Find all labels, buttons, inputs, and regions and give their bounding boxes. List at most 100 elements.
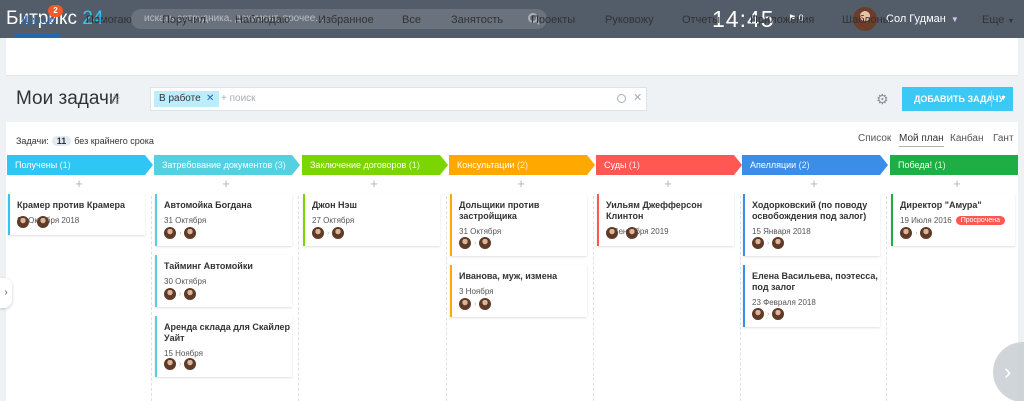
task-people: › xyxy=(164,227,197,239)
status-badge: Просрочена xyxy=(955,216,1005,225)
tab-all[interactable]: Все xyxy=(402,14,421,26)
add-task-plus-icon[interactable]: + xyxy=(302,177,446,190)
tab-counter-badge: 2 xyxy=(48,5,63,17)
tab-reports[interactable]: Отчеты xyxy=(682,14,720,26)
task-people: › xyxy=(752,237,785,249)
chevron-right-icon: › xyxy=(327,229,330,237)
tab-applications[interactable]: Приложения xyxy=(750,14,814,26)
tab-workload[interactable]: Занятость xyxy=(451,14,503,26)
task-title: Тайминг Автомойки xyxy=(164,261,253,271)
avatar[interactable] xyxy=(606,227,618,239)
tab-more[interactable]: Еще ▼ xyxy=(982,14,1014,26)
task-title: Уильям Джефферсон Клинтон xyxy=(606,200,703,221)
add-task-button[interactable]: ДОБАВИТЬ ЗАДАЧУ ▼ xyxy=(902,87,1013,111)
avatar[interactable] xyxy=(459,237,471,249)
info-count[interactable]: 11 xyxy=(51,136,72,146)
avatar[interactable] xyxy=(459,298,471,310)
avatar[interactable] xyxy=(332,227,345,239)
task-card[interactable]: Ходорковский (по поводу освобождения под… xyxy=(743,194,880,256)
search-icon[interactable] xyxy=(617,94,626,103)
avatar[interactable] xyxy=(184,227,197,239)
task-card[interactable]: Дольщики против застройщика 31 Октября › xyxy=(450,194,587,256)
task-people: › xyxy=(459,298,492,310)
tab-templates[interactable]: Шаблоны xyxy=(842,14,891,26)
task-card[interactable]: Директор "Амура" 19 Июля 2016 Просрочена › xyxy=(891,194,1015,246)
column-count: (2) xyxy=(514,160,528,170)
star-icon[interactable]: ☆ xyxy=(108,90,121,108)
avatar[interactable] xyxy=(920,227,933,239)
close-icon[interactable]: ✕ xyxy=(206,91,214,107)
chevron-right-icon: › xyxy=(1004,359,1012,384)
add-task-plus-icon[interactable]: + xyxy=(742,177,886,190)
task-date: 15 Января 2018 xyxy=(752,227,811,236)
tab-watching[interactable]: Наблюдаю xyxy=(235,14,290,26)
chevron-right-icon: › xyxy=(179,360,182,368)
tabs-bar xyxy=(6,38,1018,76)
view-kanban[interactable]: Канбан xyxy=(950,133,984,144)
avatar[interactable] xyxy=(752,237,764,249)
column-header[interactable]: Консультации (2) xyxy=(449,155,595,175)
column-title: Заключение договоров xyxy=(310,160,407,170)
task-people: › xyxy=(900,227,933,239)
chevron-right-icon: › xyxy=(767,310,770,318)
task-people: › xyxy=(164,358,197,370)
view-list[interactable]: Список xyxy=(858,133,891,144)
view-gantt[interactable]: Гант xyxy=(993,133,1014,144)
task-card[interactable]: Джон Нэш 27 Октября › xyxy=(303,194,440,246)
task-deadline: 30 Октября xyxy=(164,277,292,286)
task-card[interactable]: Елена Васильева, поэтесса, под залог 23 Ф… xyxy=(743,265,880,327)
gear-icon[interactable]: ⚙ xyxy=(876,91,889,108)
column-header[interactable]: Победа! (1) xyxy=(890,155,1018,175)
button-divider xyxy=(991,91,992,107)
task-deadline: 3 Ноября xyxy=(459,287,587,296)
view-my-plan[interactable]: Мой план xyxy=(899,133,944,147)
add-task-plus-icon[interactable]: + xyxy=(449,177,593,190)
tab-projects[interactable]: Проекты xyxy=(531,14,575,26)
tab-favorites[interactable]: Избранное xyxy=(318,14,374,26)
chevron-down-icon[interactable]: ▼ xyxy=(1000,87,1007,111)
column-header[interactable]: Апелляции (2) xyxy=(742,155,888,175)
avatar[interactable] xyxy=(17,216,29,228)
task-date: 27 Октября xyxy=(312,216,355,225)
avatar[interactable] xyxy=(164,288,176,300)
clear-icon[interactable]: ✕ xyxy=(633,91,642,104)
add-task-plus-icon[interactable]: + xyxy=(890,177,1024,190)
chevron-right-icon: › xyxy=(767,239,770,247)
avatar[interactable] xyxy=(479,298,492,310)
avatar[interactable] xyxy=(164,227,176,239)
task-card[interactable]: Аренда склада для Скайлер Уайт 15 Ноября › xyxy=(155,316,292,377)
avatar[interactable] xyxy=(184,358,197,370)
avatar[interactable] xyxy=(164,358,176,370)
avatar[interactable] xyxy=(626,227,639,239)
avatar[interactable] xyxy=(37,216,50,228)
avatar[interactable] xyxy=(900,227,912,239)
avatar[interactable] xyxy=(312,227,324,239)
add-task-plus-icon[interactable]: + xyxy=(596,177,740,190)
add-task-plus-icon[interactable]: + xyxy=(154,177,298,190)
column-header[interactable]: Заключение договоров (1) xyxy=(302,155,448,175)
tab-supervise[interactable]: Руковожу xyxy=(605,14,654,26)
add-task-plus-icon[interactable]: + xyxy=(7,177,151,190)
task-card[interactable]: Крамер против Крамера26 Октября 2018› xyxy=(8,194,145,235)
tab-assigned[interactable]: Поручил xyxy=(162,14,206,26)
task-card[interactable]: Уильям Джефферсон Клинтон4 Сентября 2019… xyxy=(597,194,734,246)
page-title: Мои задачи xyxy=(16,88,120,109)
avatar[interactable] xyxy=(752,308,764,320)
task-card[interactable]: Автомойка Богдана 31 Октября › xyxy=(155,194,292,246)
avatar[interactable] xyxy=(184,288,197,300)
avatar[interactable] xyxy=(479,237,492,249)
column-header[interactable]: Получены (1) xyxy=(7,155,153,175)
column-header[interactable]: Суды (1) xyxy=(596,155,742,175)
avatar[interactable] xyxy=(772,237,785,249)
column-title: Победа! xyxy=(898,160,933,170)
active-tab-underline xyxy=(14,34,60,37)
tab-helping[interactable]: Помогаю xyxy=(86,14,132,26)
task-card[interactable]: Тайминг Автомойки 30 Октября › xyxy=(155,255,292,307)
task-card[interactable]: Иванова, муж, измена 3 Ноября › xyxy=(450,265,587,317)
chevron-right-icon: › xyxy=(474,239,477,247)
sidebar-toggle[interactable]: › xyxy=(0,278,12,308)
tab-more-label: Еще xyxy=(982,14,1005,26)
task-people: › xyxy=(752,308,785,320)
avatar[interactable] xyxy=(772,308,785,320)
column-header[interactable]: Затребование документов (3) xyxy=(154,155,300,175)
